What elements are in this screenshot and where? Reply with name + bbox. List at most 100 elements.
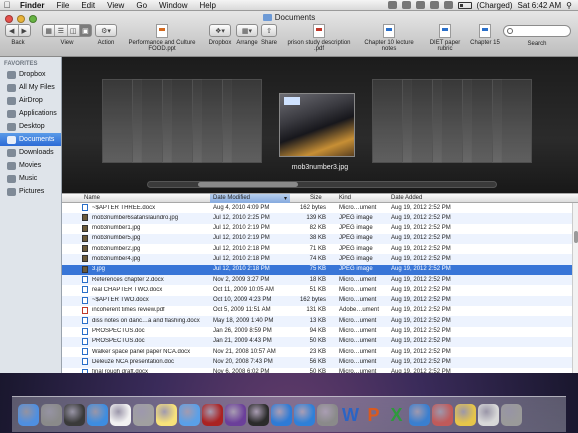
coverflow-view-icon[interactable]: ▣ [79,25,91,36]
menu-help[interactable]: Help [193,1,221,10]
column-header-date-modified[interactable]: Date Modified ▾ [210,194,290,203]
table-row[interactable]: References chapter 2.docx Nov 2, 2009 3:2… [62,275,572,286]
calendar-icon[interactable] [110,404,131,426]
sidebar-item-music[interactable]: Music [0,172,61,185]
finder-icon[interactable] [18,404,39,426]
table-row[interactable]: ~$APTER TWO.docx Oct 10, 2009 4:23 PM 162 … [62,295,572,306]
bluetooth-icon[interactable] [415,1,425,9]
column-view-icon[interactable]: ◫ [68,25,80,36]
help-icon[interactable] [133,404,154,426]
mission-control-icon[interactable] [64,404,85,426]
cover-flow-item[interactable] [222,79,262,163]
file-shortcut-4[interactable]: DIET paper rubric [422,24,468,52]
spotlight-icon[interactable]: ⚲ [566,1,572,10]
safari-icon[interactable] [87,404,108,426]
scrollbar-thumb[interactable] [574,231,578,243]
powerpoint-icon[interactable]: P [363,404,384,426]
documents-stack-icon[interactable] [478,404,499,426]
sidebar-item-airdrop[interactable]: AirDrop [0,94,61,107]
excel-icon[interactable]: X [386,404,407,426]
sidebar-item-desktop[interactable]: Desktop [0,120,61,133]
date-modified: Oct 11, 2009 10:05 AM [213,286,274,293]
column-header-kind[interactable]: Kind [339,195,351,201]
forward-arrow-icon[interactable]: ▶ [19,25,31,36]
file-name: PROSPECTUS.doc [92,338,145,345]
table-row[interactable]: incoherent times review.pdf Oct 5, 2009 1… [62,306,572,316]
clock[interactable]: Sat 6:42 AM [518,1,562,10]
share-label: Share [260,40,277,46]
list-view-icon[interactable]: ☰ [55,25,68,36]
cover-flow-scrollbar[interactable] [147,181,497,188]
table-row[interactable]: Walker space panel paper NCA.docx Nov 21,… [62,347,572,357]
sidebar-item-pictures[interactable]: Pictures [0,185,61,198]
sidebar-item-documents[interactable]: Documents [0,133,61,146]
table-row[interactable]: Deleuze NCA presentation.doc Nov 20, 2008… [62,357,572,368]
doc-file-icon [82,337,88,345]
list-scrollbar[interactable] [572,203,578,373]
app-store-icon[interactable] [294,404,315,426]
sidebar-item-applications[interactable]: Applications [0,107,61,120]
messages-icon[interactable] [179,404,200,426]
notes-icon[interactable] [156,404,177,426]
doc-file-icon [82,286,88,294]
table-row[interactable]: PROSPECTUS.doc Jan 26, 2009 8:59 PM 94 KB M… [62,327,572,337]
table-row[interactable]: PROSPECTUS.doc Jan 21, 2009 4:43 PM 50 KB M… [62,336,572,348]
table-row[interactable]: final rough draft.docx Nov 6, 2008 6:02 P… [62,368,572,373]
table-row[interactable]: mob3number4.jpg Jul 12, 2010 2:18 PM 74 KB… [62,254,572,265]
trash-icon[interactable] [501,404,522,426]
file-shortcut-5[interactable]: Chapter 15 [469,24,501,46]
iphoto-icon[interactable] [248,404,269,426]
column-header-size[interactable]: Size [310,195,322,201]
utilities-icon[interactable] [432,404,453,426]
table-row[interactable]: real CHAPTER TWO.docx Oct 11, 2009 10:05 … [62,285,572,295]
column-header-date-added[interactable]: Date Added [391,195,422,201]
file-shortcut-2[interactable]: prison study description .pdf [282,24,356,52]
menu-file[interactable]: File [50,1,75,10]
file-shortcut-4-label: DIET paper rubric [429,40,461,52]
dropbox-icon[interactable]: ❖▾ [209,24,231,37]
photo-booth-icon[interactable] [202,404,223,426]
battery-icon[interactable] [457,1,472,9]
cover-flow-selected-image[interactable] [279,93,355,157]
volume-icon[interactable] [443,1,453,9]
stickies-icon[interactable] [455,404,476,426]
table-row[interactable]: mob3number2.jpg Jul 12, 2010 2:18 PM 71 KB… [62,244,572,254]
sidebar-item-all-my-files[interactable]: All My Files [0,81,61,94]
sidebar-item-dropbox[interactable]: Dropbox [0,68,61,81]
back-arrow-icon[interactable]: ◀ [6,25,19,36]
entourage-icon[interactable] [409,404,430,426]
cover-flow[interactable]: mob3number3.jpg [62,57,578,193]
system-preferences-icon[interactable] [317,404,338,426]
itunes-icon[interactable] [225,404,246,426]
word-icon[interactable]: W [340,404,361,426]
gear-icon[interactable]: ⚙▾ [95,24,117,37]
share-icon[interactable]: ⇧ [261,24,277,37]
scrollbar-thumb[interactable] [198,182,298,187]
dropbox-status-icon[interactable] [387,1,397,9]
menu-edit[interactable]: Edit [75,1,101,10]
itunes-blue-icon[interactable] [271,404,292,426]
launchpad-icon[interactable] [41,404,62,426]
table-row[interactable]: diss notes on danc…a and flashing.docx Ma… [62,316,572,327]
menu-finder[interactable]: Finder [14,1,50,10]
search-input[interactable] [503,25,571,37]
menu-window[interactable]: Window [153,1,193,10]
sidebar-item-downloads[interactable]: Downloads [0,146,61,159]
sidebar-item-movies[interactable]: Movies [0,159,61,172]
cover-flow-item[interactable] [492,79,532,163]
menu-go[interactable]: Go [130,1,153,10]
arrange-icon[interactable]: ▦▾ [236,24,258,37]
time-machine-icon[interactable] [401,1,411,9]
column-header-name[interactable]: Name [84,195,100,201]
icon-view-icon[interactable]: ▦ [43,25,56,36]
table-row[interactable]: mob3number5.jpg Jul 12, 2010 2:19 PM 38 KB… [62,233,572,245]
apple-menu-icon[interactable]:  [0,0,14,10]
table-row[interactable]: ~$APTER THREE.docx Aug 4, 2010 4:09 PM 162… [62,203,572,213]
table-row[interactable]: mob3number6satanslaundro.jpg Jul 12, 2010… [62,213,572,224]
wifi-icon[interactable] [429,1,439,9]
file-shortcut-3[interactable]: Chapter 10 lecture notes [357,24,421,52]
table-row[interactable]: mob3number1.jpg Jul 12, 2010 2:19 PM 82 KB… [62,224,572,234]
menu-view[interactable]: View [101,1,130,10]
file-shortcut-1[interactable]: Performance and Culture FOOD.ppt [118,24,206,52]
table-row[interactable]: 3.jpg Jul 12, 2010 2:18 PM 75 KB JPEG image… [62,264,572,276]
